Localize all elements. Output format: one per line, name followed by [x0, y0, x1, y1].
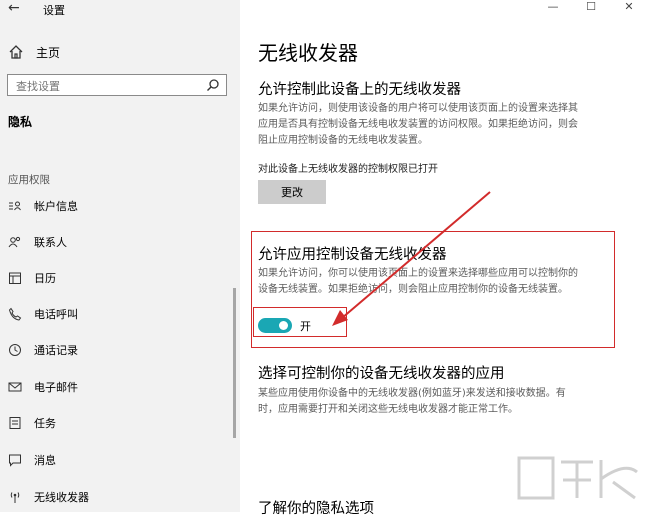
minimize-button[interactable]: — — [534, 0, 572, 14]
search-box[interactable] — [7, 74, 227, 97]
sidebar-item-calendar[interactable]: 日历 — [8, 268, 56, 288]
search-icon[interactable] — [206, 78, 220, 92]
sidebar-item-tasks[interactable]: 任务 — [8, 413, 56, 433]
section-heading-device-control: 允许控制此设备上的无线收发器 — [258, 82, 461, 98]
description-line: 设备无线装置。如果拒绝访问，则会阻止应用控制你的设备无线装置。 — [258, 284, 568, 295]
section-heading-app-control: 允许应用控制设备无线收发器 — [258, 247, 447, 263]
phone-icon — [8, 307, 22, 321]
email-icon — [8, 380, 22, 394]
sidebar-item-label: 帐户信息 — [34, 200, 78, 213]
calendar-icon — [8, 271, 22, 285]
change-button[interactable]: 更改 — [258, 180, 326, 204]
page-title: 无线收发器 — [258, 41, 358, 65]
privacy-heading: 隐私 — [8, 115, 33, 129]
window-title: 设置 — [43, 4, 65, 17]
description-line: 如果允许访问，则使用该设备的用户将可以使用该页面上的设置来选择其 — [258, 103, 578, 114]
watermark-logo — [517, 456, 638, 500]
sidebar-item-label: 电话呼叫 — [34, 308, 78, 321]
device-access-status: 对此设备上无线收发器的控制权限已打开 — [258, 164, 438, 175]
sidebar-item-label: 日历 — [34, 272, 56, 285]
sidebar-item-home[interactable]: 主页 — [8, 42, 60, 62]
description-line: 如果允许访问，你可以使用该页面上的设置来选择哪些应用可以控制你的 — [258, 268, 578, 279]
section-description: 某些应用使用你设备中的无线收发器(例如蓝牙)来发送和接收数据。有 时，应用需要打… — [258, 386, 608, 418]
sidebar-item-label: 任务 — [34, 417, 56, 430]
section-heading-privacy-options: 了解你的隐私选项 — [258, 501, 374, 517]
sidebar-item-contacts[interactable]: 联系人 — [8, 232, 67, 252]
sidebar-item-label: 消息 — [34, 454, 56, 467]
sidebar-item-radios[interactable]: 无线收发器 — [8, 487, 89, 507]
sidebar-item-account-info[interactable]: 帐户信息 — [8, 196, 78, 216]
home-label: 主页 — [36, 45, 61, 60]
sidebar: ← 设置 主页 隐私 应用权限 帐户信息 联系人 日历 — [0, 0, 240, 512]
call-history-icon — [8, 343, 22, 357]
home-icon — [9, 45, 23, 59]
sidebar-scrollbar[interactable] — [233, 288, 236, 438]
section-description: 如果允许访问，则使用该设备的用户将可以使用该页面上的设置来选择其 应用是否具有控… — [258, 101, 608, 149]
sidebar-item-label: 通话记录 — [34, 344, 78, 357]
section-heading-choose-apps: 选择可控制你的设备无线收发器的应用 — [258, 366, 505, 382]
description-line: 阻止应用控制设备的无线电收发装置。 — [258, 135, 428, 146]
description-line: 时，应用需要打开和关闭这些无线电收发器才能正常工作。 — [258, 404, 518, 415]
sidebar-item-label: 无线收发器 — [34, 491, 89, 504]
toggle-state-label: 开 — [300, 320, 311, 333]
back-arrow-icon[interactable]: ← — [8, 0, 20, 16]
section-description: 如果允许访问，你可以使用该页面上的设置来选择哪些应用可以控制你的 设备无线装置。… — [258, 266, 608, 298]
sidebar-item-phone-calls[interactable]: 电话呼叫 — [8, 304, 78, 324]
maximize-button[interactable]: ☐ — [572, 0, 610, 14]
description-line: 某些应用使用你设备中的无线收发器(例如蓝牙)来发送和接收数据。有 — [258, 388, 566, 399]
app-permissions-label: 应用权限 — [8, 174, 50, 186]
account-info-icon — [8, 199, 22, 213]
sidebar-item-messaging[interactable]: 消息 — [8, 450, 56, 470]
toggle-knob — [279, 321, 288, 330]
sidebar-item-email[interactable]: 电子邮件 — [8, 377, 78, 397]
close-button[interactable]: ✕ — [610, 0, 648, 14]
description-line: 应用是否具有控制设备无线电收发装置的访问权限。如果拒绝访问，则会 — [258, 119, 578, 130]
contacts-icon — [8, 235, 22, 249]
app-access-toggle[interactable] — [258, 318, 292, 333]
sidebar-item-label: 联系人 — [34, 236, 67, 249]
radios-icon — [8, 490, 22, 504]
search-input[interactable] — [8, 76, 206, 97]
messaging-icon — [8, 453, 22, 467]
sidebar-item-label: 电子邮件 — [34, 381, 78, 394]
tasks-icon — [8, 416, 22, 430]
window-controls: — ☐ ✕ — [534, 0, 648, 14]
sidebar-item-call-history[interactable]: 通话记录 — [8, 340, 78, 360]
